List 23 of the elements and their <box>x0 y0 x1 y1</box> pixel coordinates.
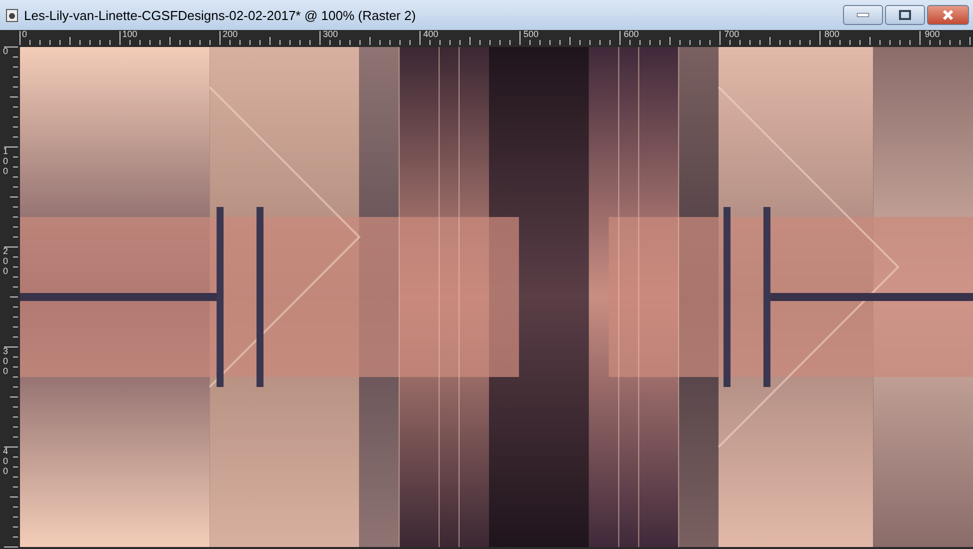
window-title: Les-Lily-van-Linette-CGSFDesigns-02-02-2017* @ 100% (Raster 2) <box>24 8 417 22</box>
ruler-label: 100 <box>3 147 10 177</box>
maximize-icon <box>899 10 911 20</box>
ruler-label: 800 <box>824 30 840 39</box>
ruler-label: 200 <box>3 247 10 277</box>
ruler-label: 200 <box>222 30 238 39</box>
minimize-button[interactable] <box>843 5 883 25</box>
minimize-icon <box>857 13 869 17</box>
ruler-label: 400 <box>423 30 438 39</box>
ruler-label: 0 <box>3 47 10 57</box>
ruler-label: 600 <box>624 30 639 39</box>
ruler-label: 100 <box>122 30 138 39</box>
ruler-label: 700 <box>724 30 740 39</box>
ruler-label: 400 <box>3 447 10 477</box>
ruler-label: 900 <box>924 30 940 39</box>
ruler-label: 300 <box>322 30 338 39</box>
ruler-label: 500 <box>524 30 539 39</box>
maximize-button[interactable] <box>885 5 925 25</box>
image-file-icon <box>6 8 18 22</box>
ruler-label: 0 <box>22 30 28 39</box>
ruler-label: 300 <box>3 347 10 377</box>
close-icon <box>942 9 954 21</box>
close-button[interactable] <box>927 5 969 25</box>
